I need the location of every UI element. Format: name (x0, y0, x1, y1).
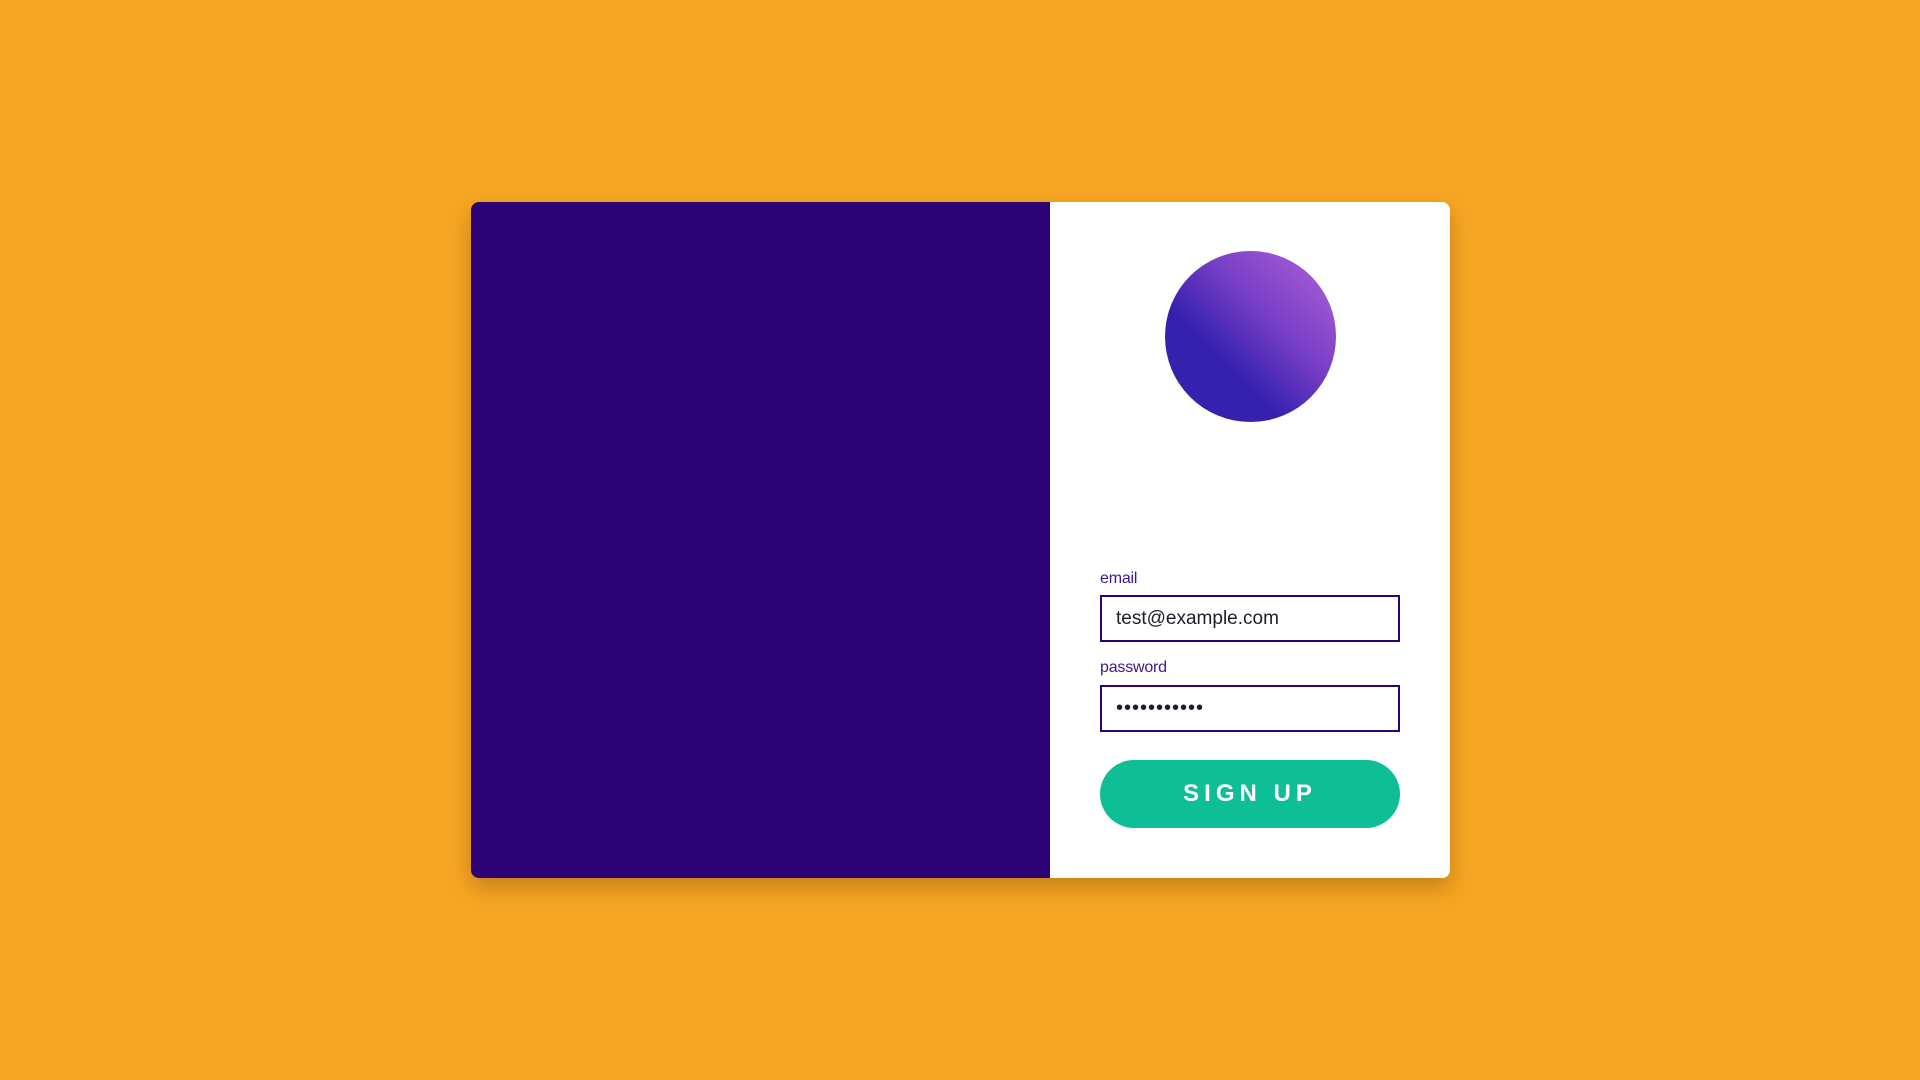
email-field[interactable] (1100, 595, 1400, 642)
password-label: password (1100, 659, 1167, 676)
logo-circle-icon (1165, 251, 1336, 422)
signup-form-panel: email password SIGN UP (1050, 202, 1450, 878)
email-label: email (1100, 570, 1138, 587)
signup-card: email password SIGN UP (471, 202, 1450, 878)
password-field[interactable] (1100, 685, 1400, 732)
left-panel (471, 202, 1050, 878)
sign-up-button[interactable]: SIGN UP (1100, 760, 1400, 828)
